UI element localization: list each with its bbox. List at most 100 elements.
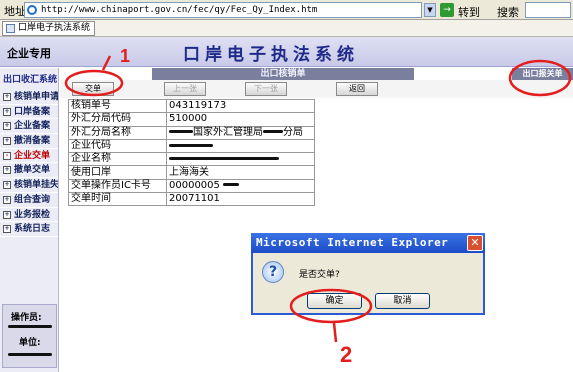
row-value-cell	[166, 138, 315, 154]
row-label: 交单操作员IC卡号	[68, 178, 167, 194]
ok-button[interactable]: 确定	[307, 293, 362, 309]
table-row: 企业代码	[68, 138, 315, 154]
sidebar-menu: + 核销单申请 + 口岸备案 + 企业备案 + 撤消备案 - 企业交单 + 撤单交单 + 核销…	[0, 90, 58, 237]
sidebar-item-report-loss[interactable]: + 核销单挂失	[0, 178, 58, 193]
table-row: 核销单号 043119173	[68, 98, 315, 114]
operator-info: 操作员: 单位:	[2, 304, 57, 368]
row-value: 043119173	[166, 98, 315, 114]
search-label: 搜索	[497, 6, 519, 19]
sidebar-item-label: 核销单挂失	[14, 180, 58, 191]
sidebar-item-label: 组合查询	[14, 194, 51, 205]
expand-icon: +	[3, 225, 11, 234]
question-icon: ?	[262, 261, 284, 283]
sidebar-item-company-submit[interactable]: - 企业交单	[0, 149, 58, 164]
sidebar-item-combined-query[interactable]: + 组合查询	[0, 193, 58, 208]
row-value: 上海海关	[166, 165, 315, 180]
row-label: 企业名称	[68, 152, 167, 167]
sidebar-item-label: 撤消备案	[14, 136, 51, 147]
table-row: 外汇分局名称 国家外汇管理局 分局	[68, 125, 315, 140]
row-label: 核销单号	[68, 98, 167, 114]
sidebar-item-label: 撤单交单	[14, 165, 51, 176]
expand-icon: +	[3, 210, 11, 219]
collapse-icon: -	[3, 151, 11, 160]
table-row: 企业名称	[68, 152, 315, 167]
unit-label: 单位:	[19, 338, 41, 348]
cancel-button[interactable]: 取消	[375, 293, 430, 309]
search-input[interactable]	[525, 2, 571, 18]
sidebar-item-company-record[interactable]: + 企业备案	[0, 119, 58, 135]
expand-icon: +	[3, 93, 11, 101]
main-content: 出口核销单 出口报关单 交单 上一张 下一张 返回 核销单号 043119173 …	[60, 68, 573, 372]
expand-icon: +	[3, 181, 11, 190]
url-text: http://www.chinaport.gov.cn/fec/qy/Fec_Q…	[41, 5, 318, 15]
table-row: 交单操作员IC卡号 00000005	[68, 178, 315, 194]
section-title: 出口核销单	[152, 68, 414, 80]
next-button[interactable]: 下一张	[245, 82, 287, 96]
row-value-suffix: 分局	[283, 126, 303, 138]
sidebar-item-label: 业务报检	[14, 209, 51, 220]
row-value: 00000005	[169, 179, 220, 191]
expand-icon: +	[3, 195, 11, 204]
unit-redaction	[8, 353, 52, 356]
sidebar-item-business-report[interactable]: + 业务报检	[0, 208, 58, 223]
operator-redaction	[8, 325, 52, 328]
sidebar-item-label: 企业交单	[14, 150, 51, 161]
sidebar-item-withdraw-submit[interactable]: + 撤单交单	[0, 163, 58, 179]
sidebar-item-label: 系统日志	[14, 224, 51, 235]
toolbar	[60, 80, 573, 98]
go-arrow-icon[interactable]: →	[440, 3, 454, 17]
redaction	[223, 183, 240, 187]
step-2-label: 2	[340, 342, 353, 367]
browser-tab[interactable]: 口岸电子执法系统	[2, 21, 96, 36]
sidebar-item-label: 口岸备案	[14, 106, 51, 117]
go-button[interactable]: 转到	[458, 4, 480, 20]
header-banner: 企业专用 口岸电子执法系统	[0, 37, 573, 67]
company-label: 企业专用	[7, 47, 51, 60]
row-value: 510000	[166, 112, 315, 127]
redaction	[169, 143, 213, 147]
row-value: 20071101	[166, 192, 315, 207]
export-declaration-tab[interactable]: 出口报关单	[512, 68, 573, 80]
tab-title: 口岸电子执法系统	[18, 23, 91, 33]
table-row: 外汇分局代码 510000	[68, 112, 315, 127]
tab-bar: 口岸电子执法系统	[0, 20, 573, 37]
expand-icon: +	[3, 107, 11, 116]
row-value-cell: 国家外汇管理局 分局	[166, 125, 315, 140]
address-bar: 地址 http://www.chinaport.gov.cn/fec/qy/Fe…	[0, 0, 573, 20]
url-input[interactable]: http://www.chinaport.gov.cn/fec/qy/Fec_Q…	[24, 2, 422, 18]
prev-button[interactable]: 上一张	[164, 82, 206, 96]
row-value: 国家外汇管理局	[193, 126, 263, 138]
sidebar-item-verification-apply[interactable]: + 核销单申请	[0, 90, 58, 105]
url-dropdown-icon[interactable]: ▼	[424, 3, 436, 17]
redaction	[169, 130, 193, 134]
sidebar-item-port-record[interactable]: + 口岸备案	[0, 105, 58, 120]
sidebar-item-cancel-record[interactable]: + 撤消备案	[0, 134, 58, 149]
system-title: 口岸电子执法系统	[183, 45, 359, 65]
sidebar-item-system-log[interactable]: + 系统日志	[0, 222, 58, 237]
submit-button[interactable]: 交单	[72, 82, 114, 96]
redaction	[169, 156, 279, 160]
verification-info-table: 核销单号 043119173 外汇分局代码 510000 外汇分局名称 国家外汇管理局…	[68, 98, 315, 207]
table-row: 交单时间 20071101	[68, 192, 315, 207]
expand-icon: +	[3, 166, 11, 175]
row-label: 使用口岸	[68, 165, 167, 180]
dialog-titlebar[interactable]: Microsoft Internet Explorer ✕	[251, 233, 485, 253]
redaction	[263, 130, 283, 134]
back-button[interactable]: 返回	[336, 82, 378, 96]
operator-label: 操作员:	[11, 313, 42, 323]
sidebar: 出口收汇系统 + 核销单申请 + 口岸备案 + 企业备案 + 撤消备案 - 企业交单 + 撤…	[0, 68, 59, 372]
row-label: 企业代码	[68, 138, 167, 154]
page-icon	[6, 24, 15, 33]
close-icon[interactable]: ✕	[467, 235, 483, 251]
dialog-title: Microsoft Internet Explorer	[256, 236, 449, 249]
row-value-cell: 00000005	[166, 178, 315, 194]
table-row: 使用口岸 上海海关	[68, 165, 315, 180]
expand-icon: +	[3, 122, 11, 131]
expand-icon: +	[3, 137, 11, 146]
row-label: 外汇分局代码	[68, 112, 167, 127]
sidebar-title: 出口收汇系统	[3, 75, 58, 85]
sidebar-item-label: 核销单申请	[14, 92, 58, 102]
confirm-dialog: Microsoft Internet Explorer ✕ ? 是否交单? 确定…	[251, 233, 485, 315]
step-1-label: 1	[120, 46, 131, 66]
row-value-cell	[166, 152, 315, 167]
